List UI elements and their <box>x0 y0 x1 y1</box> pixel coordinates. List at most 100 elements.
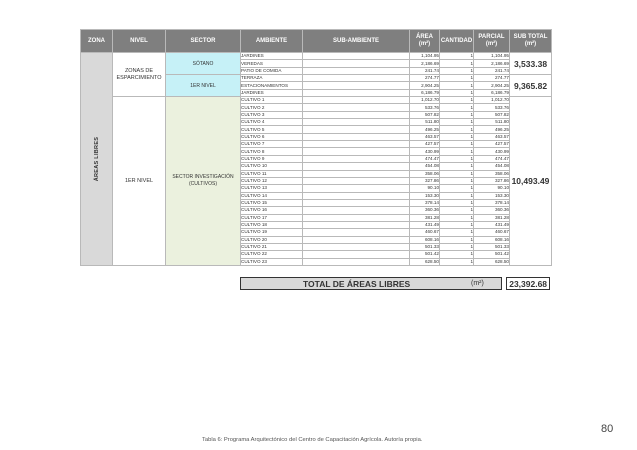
parcial-cell: 474.47 <box>473 154 510 164</box>
parcial-cell: 507.82 <box>473 110 510 120</box>
nivel-1er-nivel: 1ER NIVEL <box>112 96 166 266</box>
total-value: 23,392.68 <box>506 277 550 290</box>
cantidad-cell: 1 <box>439 213 474 222</box>
sector-sotano: SÓTANO <box>165 51 241 76</box>
sub-ambiente-cell <box>302 88 410 98</box>
area-cell: 501.33 <box>409 242 440 252</box>
ambiente-cell: CULTIVO 7 <box>240 140 303 149</box>
sub-ambiente-cell <box>302 191 410 200</box>
ambiente-cell: CULTIVO 12 <box>240 176 303 186</box>
sub-ambiente-cell <box>302 110 410 120</box>
parcial-cell: 1,012.70 <box>473 96 510 105</box>
sub-ambiente-cell <box>302 162 410 171</box>
cantidad-cell: 1 <box>439 169 474 178</box>
ambiente-cell: CULTIVO 8 <box>240 147 303 156</box>
ambiente-cell: CULTIVO 21 <box>240 242 303 252</box>
cantidad-cell: 1 <box>439 51 474 61</box>
table-header-row: ZONA NIVEL SECTOR AMBIENTE SUB-AMBIENTE … <box>80 29 552 53</box>
area-cell: 327.86 <box>409 176 440 186</box>
sub-ambiente-cell <box>302 220 410 230</box>
sub-ambiente-cell <box>302 228 410 237</box>
ambiente-cell: CULTIVO 19 <box>240 228 303 237</box>
area-cell: 460.67 <box>409 228 440 237</box>
ambiente-cell: CULTIVO 10 <box>240 162 303 171</box>
parcial-cell: 454.08 <box>473 162 510 171</box>
area-cell: 608.16 <box>409 235 440 244</box>
header-area: ÁREA (m²) <box>409 29 440 53</box>
sub-ambiente-cell <box>302 213 410 222</box>
subtotal-investigacion: 10,493.49 <box>509 96 552 266</box>
area-cell: 431.49 <box>409 220 440 230</box>
parcial-cell: 533.76 <box>473 103 510 112</box>
cantidad-cell: 1 <box>439 66 474 76</box>
area-cell: 241.74 <box>409 66 440 76</box>
parcial-cell: 241.74 <box>473 66 510 76</box>
sub-ambiente-cell <box>302 206 410 215</box>
table-body: ÁREAS LIBRES ZONAS DE ESPARCIMIENTO SÓTA… <box>80 51 552 266</box>
header-sector: SECTOR <box>165 29 241 53</box>
parcial-cell: 378.14 <box>473 198 510 208</box>
ambiente-cell: CULTIVO 13 <box>240 184 303 193</box>
area-cell: 1,012.70 <box>409 96 440 105</box>
sub-ambiente-cell <box>302 235 410 244</box>
ambiente-cell: CULTIVO 14 <box>240 191 303 200</box>
sub-ambiente-cell <box>302 74 410 83</box>
ambiente-cell: CULTIVO 5 <box>240 125 303 134</box>
cantidad-cell: 1 <box>439 257 474 266</box>
table-caption: Tabla 6: Programa Arquitectónico del Cen… <box>202 437 423 443</box>
sector-1er-nivel: 1ER NIVEL <box>165 74 241 98</box>
cantidad-cell: 1 <box>439 220 474 230</box>
cantidad-cell: 1 <box>439 140 474 149</box>
sub-ambiente-cell <box>302 154 410 164</box>
sub-ambiente-cell <box>302 184 410 193</box>
area-cell: 474.47 <box>409 154 440 164</box>
sub-ambiente-cell <box>302 118 410 127</box>
parcial-cell: 90.10 <box>473 184 510 193</box>
header-cantidad: CANTIDAD <box>439 29 474 53</box>
area-cell: 6,186.79 <box>409 88 440 98</box>
parcial-cell: 2,904.25 <box>473 81 510 90</box>
ambiente-cell: TERRAZA <box>240 74 303 83</box>
ambiente-cell: CULTIVO 17 <box>240 213 303 222</box>
cantidad-cell: 1 <box>439 206 474 215</box>
parcial-cell: 327.86 <box>473 176 510 186</box>
nivel-esparcimiento: ZONAS DE ESPARCIMIENTO <box>112 51 166 98</box>
parcial-cell: 153.30 <box>473 191 510 200</box>
ambiente-cell: VEREDAS <box>240 59 303 68</box>
area-cell: 501.42 <box>409 250 440 259</box>
cantidad-cell: 1 <box>439 198 474 208</box>
area-cell: 454.08 <box>409 162 440 171</box>
total-unit: (m²) <box>471 280 484 287</box>
ambiente-cell: CULTIVO 23 <box>240 257 303 266</box>
ambiente-cell: CULTIVO 16 <box>240 206 303 215</box>
area-cell: 511.80 <box>409 118 440 127</box>
area-cell: 358.06 <box>409 169 440 178</box>
ambiente-cell: CULTIVO 15 <box>240 198 303 208</box>
area-cell: 427.57 <box>409 140 440 149</box>
header-nivel: NIVEL <box>112 29 166 53</box>
total-areas-libres: TOTAL DE ÁREAS LIBRES (m²) 23,392.68 <box>240 277 550 290</box>
cantidad-cell: 1 <box>439 81 474 90</box>
area-cell: 90.10 <box>409 184 440 193</box>
header-sub-ambiente: SUB-AMBIENTE <box>302 29 410 53</box>
area-cell: 2,186.69 <box>409 59 440 68</box>
ambiente-cell: ESTACIONAMIENTOS <box>240 81 303 90</box>
area-cell: 430.99 <box>409 147 440 156</box>
cantidad-cell: 1 <box>439 147 474 156</box>
cantidad-cell: 1 <box>439 176 474 186</box>
cantidad-cell: 1 <box>439 228 474 237</box>
ambiente-cell: CULTIVO 9 <box>240 154 303 164</box>
parcial-cell: 511.80 <box>473 118 510 127</box>
parcial-cell: 496.25 <box>473 125 510 134</box>
parcial-cell: 358.06 <box>473 169 510 178</box>
parcial-cell: 1,104.95 <box>473 51 510 61</box>
ambiente-cell: CULTIVO 2 <box>240 103 303 112</box>
cantidad-cell: 1 <box>439 110 474 120</box>
cantidad-cell: 1 <box>439 74 474 83</box>
area-cell: 153.30 <box>409 191 440 200</box>
parcial-cell: 6,186.79 <box>473 88 510 98</box>
cantidad-cell: 1 <box>439 154 474 164</box>
parcial-cell: 274.77 <box>473 74 510 83</box>
ambiente-cell: CULTIVO 3 <box>240 110 303 120</box>
parcial-cell: 430.99 <box>473 147 510 156</box>
